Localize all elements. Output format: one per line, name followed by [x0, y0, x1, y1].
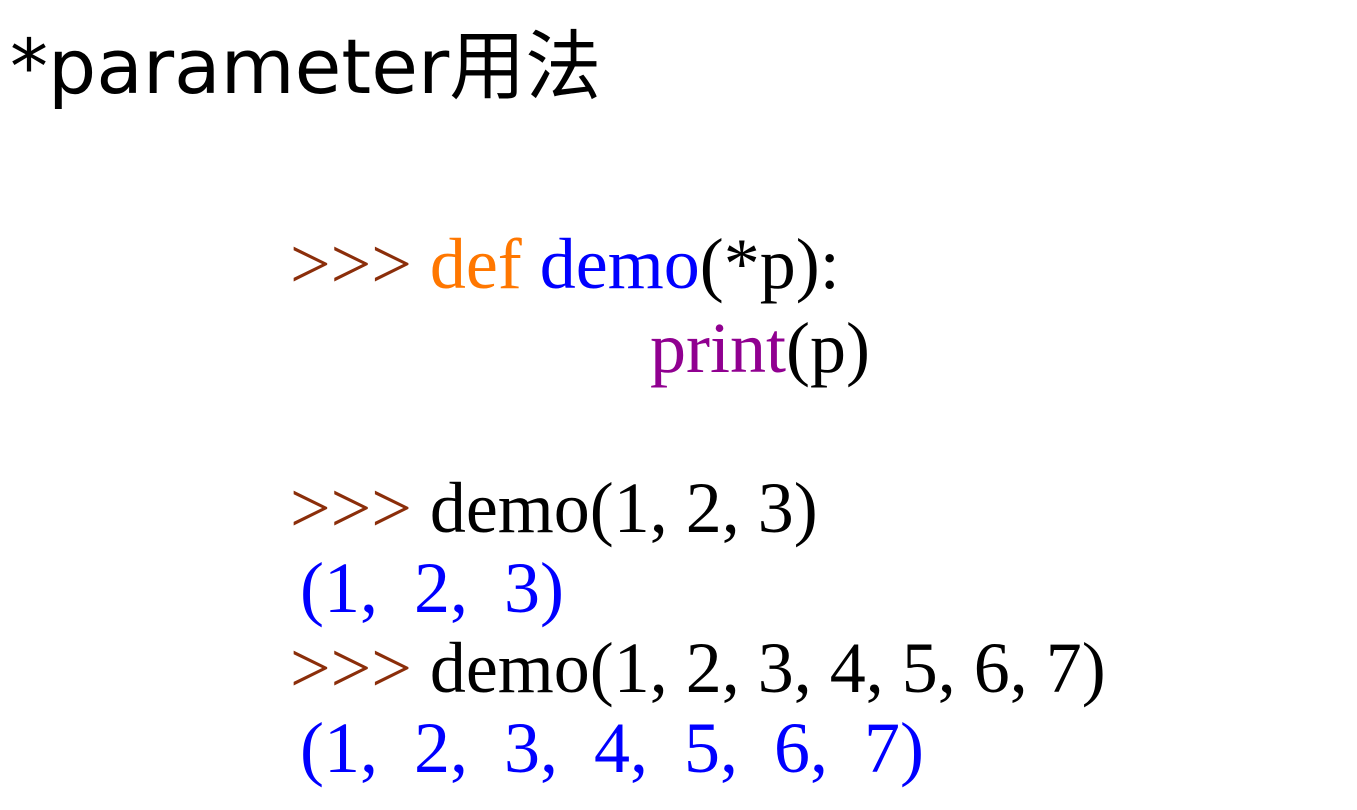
output-line-2: (1, 2, 3, 4, 5, 6, 7) — [300, 708, 924, 788]
function-signature: (*p): — [699, 224, 840, 304]
code-line-print: print(p) — [650, 306, 870, 390]
shell-prompt: >>> — [290, 628, 412, 708]
call-1-code: demo(1, 2, 3) — [429, 468, 818, 548]
function-name: demo — [539, 224, 700, 304]
def-keyword: def — [429, 224, 522, 304]
print-builtin: print — [650, 308, 786, 388]
code-line-def: >>> def demo(*p): — [290, 222, 840, 306]
shell-prompt: >>> — [290, 224, 412, 304]
python-shell-code-block: >>> def demo(*p): print(p) >>> demo(1, 2… — [0, 0, 1357, 810]
code-line-call-1: >>> demo(1, 2, 3) — [290, 466, 818, 550]
output-line-1: (1, 2, 3) — [300, 548, 564, 628]
call-2-code: demo(1, 2, 3, 4, 5, 6, 7) — [429, 628, 1106, 708]
print-args: (p) — [785, 308, 870, 388]
code-line-call-2: >>> demo(1, 2, 3, 4, 5, 6, 7) — [290, 626, 1106, 710]
shell-prompt: >>> — [290, 468, 412, 548]
